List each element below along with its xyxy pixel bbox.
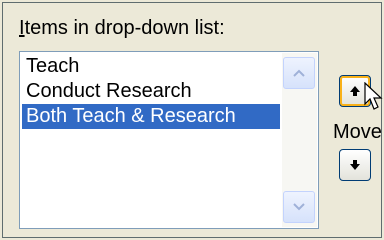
label-text: tems in drop-down list: xyxy=(24,17,225,39)
list-item[interactable]: Teach xyxy=(22,54,280,79)
list-item-selected[interactable]: Both Teach & Research xyxy=(22,104,280,129)
scroll-up-button[interactable] xyxy=(283,57,315,89)
chevron-up-icon xyxy=(293,69,305,77)
items-list-label: Items in drop-down list: xyxy=(19,17,225,40)
mouse-pointer-icon xyxy=(364,82,383,110)
move-label: Move xyxy=(333,121,382,143)
chevron-down-icon xyxy=(293,203,305,211)
move-down-button[interactable] xyxy=(339,149,371,181)
vertical-scrollbar[interactable] xyxy=(282,53,317,227)
listbox-items: Teach Conduct Research Both Teach & Rese… xyxy=(22,54,280,129)
scroll-down-button[interactable] xyxy=(283,191,315,223)
dialog-panel: Items in drop-down list: Teach Conduct R… xyxy=(2,2,382,238)
arrow-up-icon xyxy=(350,86,360,96)
list-item[interactable]: Conduct Research xyxy=(22,79,280,104)
items-listbox[interactable]: Teach Conduct Research Both Teach & Rese… xyxy=(19,51,319,229)
arrow-down-icon xyxy=(350,160,360,170)
